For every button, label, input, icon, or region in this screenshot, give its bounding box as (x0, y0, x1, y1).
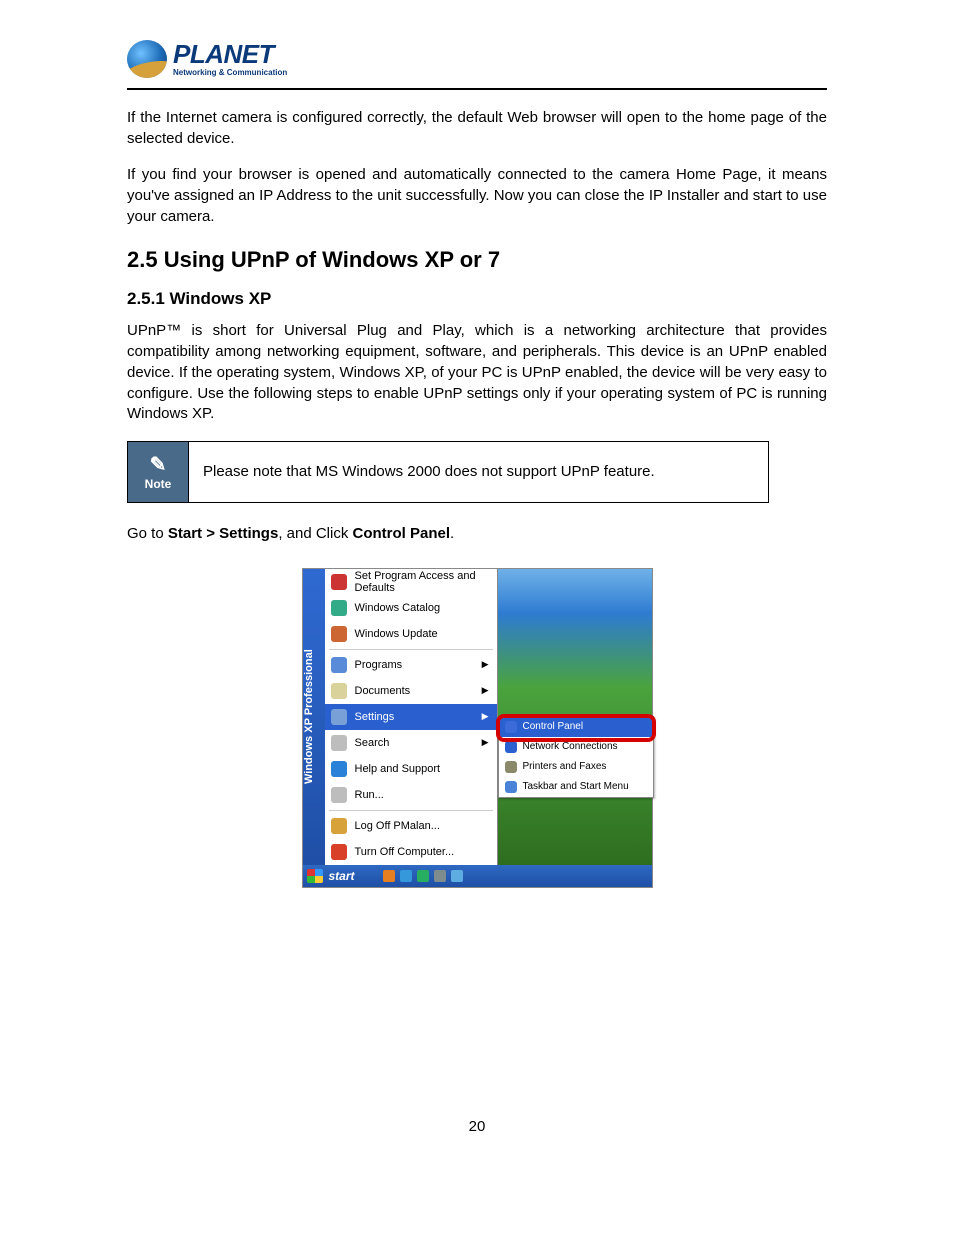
menu-item[interactable]: Set Program Access and Defaults (325, 569, 497, 595)
submenu-taskbar[interactable]: Taskbar and Start Menu (499, 777, 653, 797)
settings-submenu: Control Panel Network Connections Printe… (498, 716, 654, 798)
menu-item-help[interactable]: Help and Support (325, 756, 497, 782)
menu-item-programs[interactable]: Programs ▶ (325, 652, 497, 678)
brand-logo: PLANET Networking & Communication (127, 40, 827, 78)
paragraph-3: UPnP™ is short for Universal Plug and Pl… (127, 321, 827, 424)
heading-2-5: 2.5 Using UPnP of Windows XP or 7 (127, 247, 827, 273)
menu-label: Programs (355, 659, 403, 671)
logoff-icon (331, 818, 347, 834)
help-icon (331, 761, 347, 777)
submenu-label: Control Panel (523, 721, 584, 732)
menu-item-logoff[interactable]: Log Off PMalan... (325, 813, 497, 839)
ql-icon[interactable] (400, 870, 412, 882)
printer-icon (505, 761, 517, 773)
ql-icon[interactable] (451, 870, 463, 882)
start-menu-sidebar: Windows XP Professional (303, 569, 325, 865)
menu-item[interactable]: Windows Update (325, 621, 497, 647)
submenu-arrow-icon: ▶ (482, 737, 489, 748)
menu-item-documents[interactable]: Documents ▶ (325, 678, 497, 704)
menu-label: Documents (355, 685, 411, 697)
control-panel-icon (505, 721, 517, 733)
submenu-arrow-icon: ▶ (482, 659, 489, 670)
windows-flag-icon (307, 869, 323, 883)
menu-separator (329, 810, 493, 811)
search-icon (331, 735, 347, 751)
menu-item[interactable]: Windows Catalog (325, 595, 497, 621)
program-access-icon (331, 574, 347, 590)
instruction-line: Go to Start > Settings, and Click Contro… (127, 525, 827, 542)
programs-icon (331, 657, 347, 673)
note-box: ✎ Note Please note that MS Windows 2000 … (127, 441, 769, 503)
note-icon: ✎ (150, 452, 167, 477)
submenu-printers[interactable]: Printers and Faxes (499, 757, 653, 777)
update-icon (331, 626, 347, 642)
brand-name: PLANET (173, 41, 287, 67)
menu-label: Help and Support (355, 763, 441, 775)
paragraph-1: If the Internet camera is configured cor… (127, 108, 827, 149)
note-badge: ✎ Note (128, 442, 189, 502)
submenu-arrow-icon: ▶ (482, 711, 489, 722)
note-text: Please note that MS Windows 2000 does no… (189, 463, 669, 480)
start-button[interactable]: start (329, 869, 355, 883)
catalog-icon (331, 600, 347, 616)
menu-label: Windows Update (355, 628, 438, 640)
settings-icon (331, 709, 347, 725)
ql-icon[interactable] (434, 870, 446, 882)
menu-item-poweroff[interactable]: Turn Off Computer... (325, 839, 497, 865)
menu-item-search[interactable]: Search ▶ (325, 730, 497, 756)
menu-item-settings[interactable]: Settings ▶ (325, 704, 497, 730)
menu-separator (329, 649, 493, 650)
menu-label: Settings (355, 711, 395, 723)
start-menu-screenshot: Windows XP Professional Set Program Acce… (302, 568, 653, 888)
taskbar-icon (505, 781, 517, 793)
menu-label: Log Off PMalan... (355, 820, 440, 832)
desktop-background: Control Panel Network Connections Printe… (497, 569, 652, 865)
submenu-label: Taskbar and Start Menu (523, 781, 629, 792)
globe-icon (127, 40, 167, 78)
menu-label: Search (355, 737, 390, 749)
page-number: 20 (127, 1118, 827, 1135)
power-icon (331, 844, 347, 860)
quick-launch (383, 870, 463, 882)
start-menu-list: Set Program Access and Defaults Windows … (325, 569, 497, 865)
menu-item-run[interactable]: Run... (325, 782, 497, 808)
menu-label: Run... (355, 789, 384, 801)
submenu-arrow-icon: ▶ (482, 685, 489, 696)
taskbar: start (303, 865, 652, 887)
network-icon (505, 741, 517, 753)
run-icon (331, 787, 347, 803)
ql-icon[interactable] (383, 870, 395, 882)
menu-label: Set Program Access and Defaults (355, 570, 489, 594)
submenu-network[interactable]: Network Connections (499, 737, 653, 757)
submenu-label: Printers and Faxes (523, 761, 607, 772)
menu-label: Windows Catalog (355, 602, 441, 614)
brand-tagline: Networking & Communication (173, 69, 287, 77)
ql-icon[interactable] (417, 870, 429, 882)
documents-icon (331, 683, 347, 699)
heading-2-5-1: 2.5.1 Windows XP (127, 289, 827, 309)
submenu-label: Network Connections (523, 741, 618, 752)
submenu-control-panel[interactable]: Control Panel (499, 717, 653, 737)
note-label: Note (145, 477, 172, 491)
menu-label: Turn Off Computer... (355, 846, 455, 858)
page-header: PLANET Networking & Communication (127, 40, 827, 90)
paragraph-2: If you find your browser is opened and a… (127, 165, 827, 227)
